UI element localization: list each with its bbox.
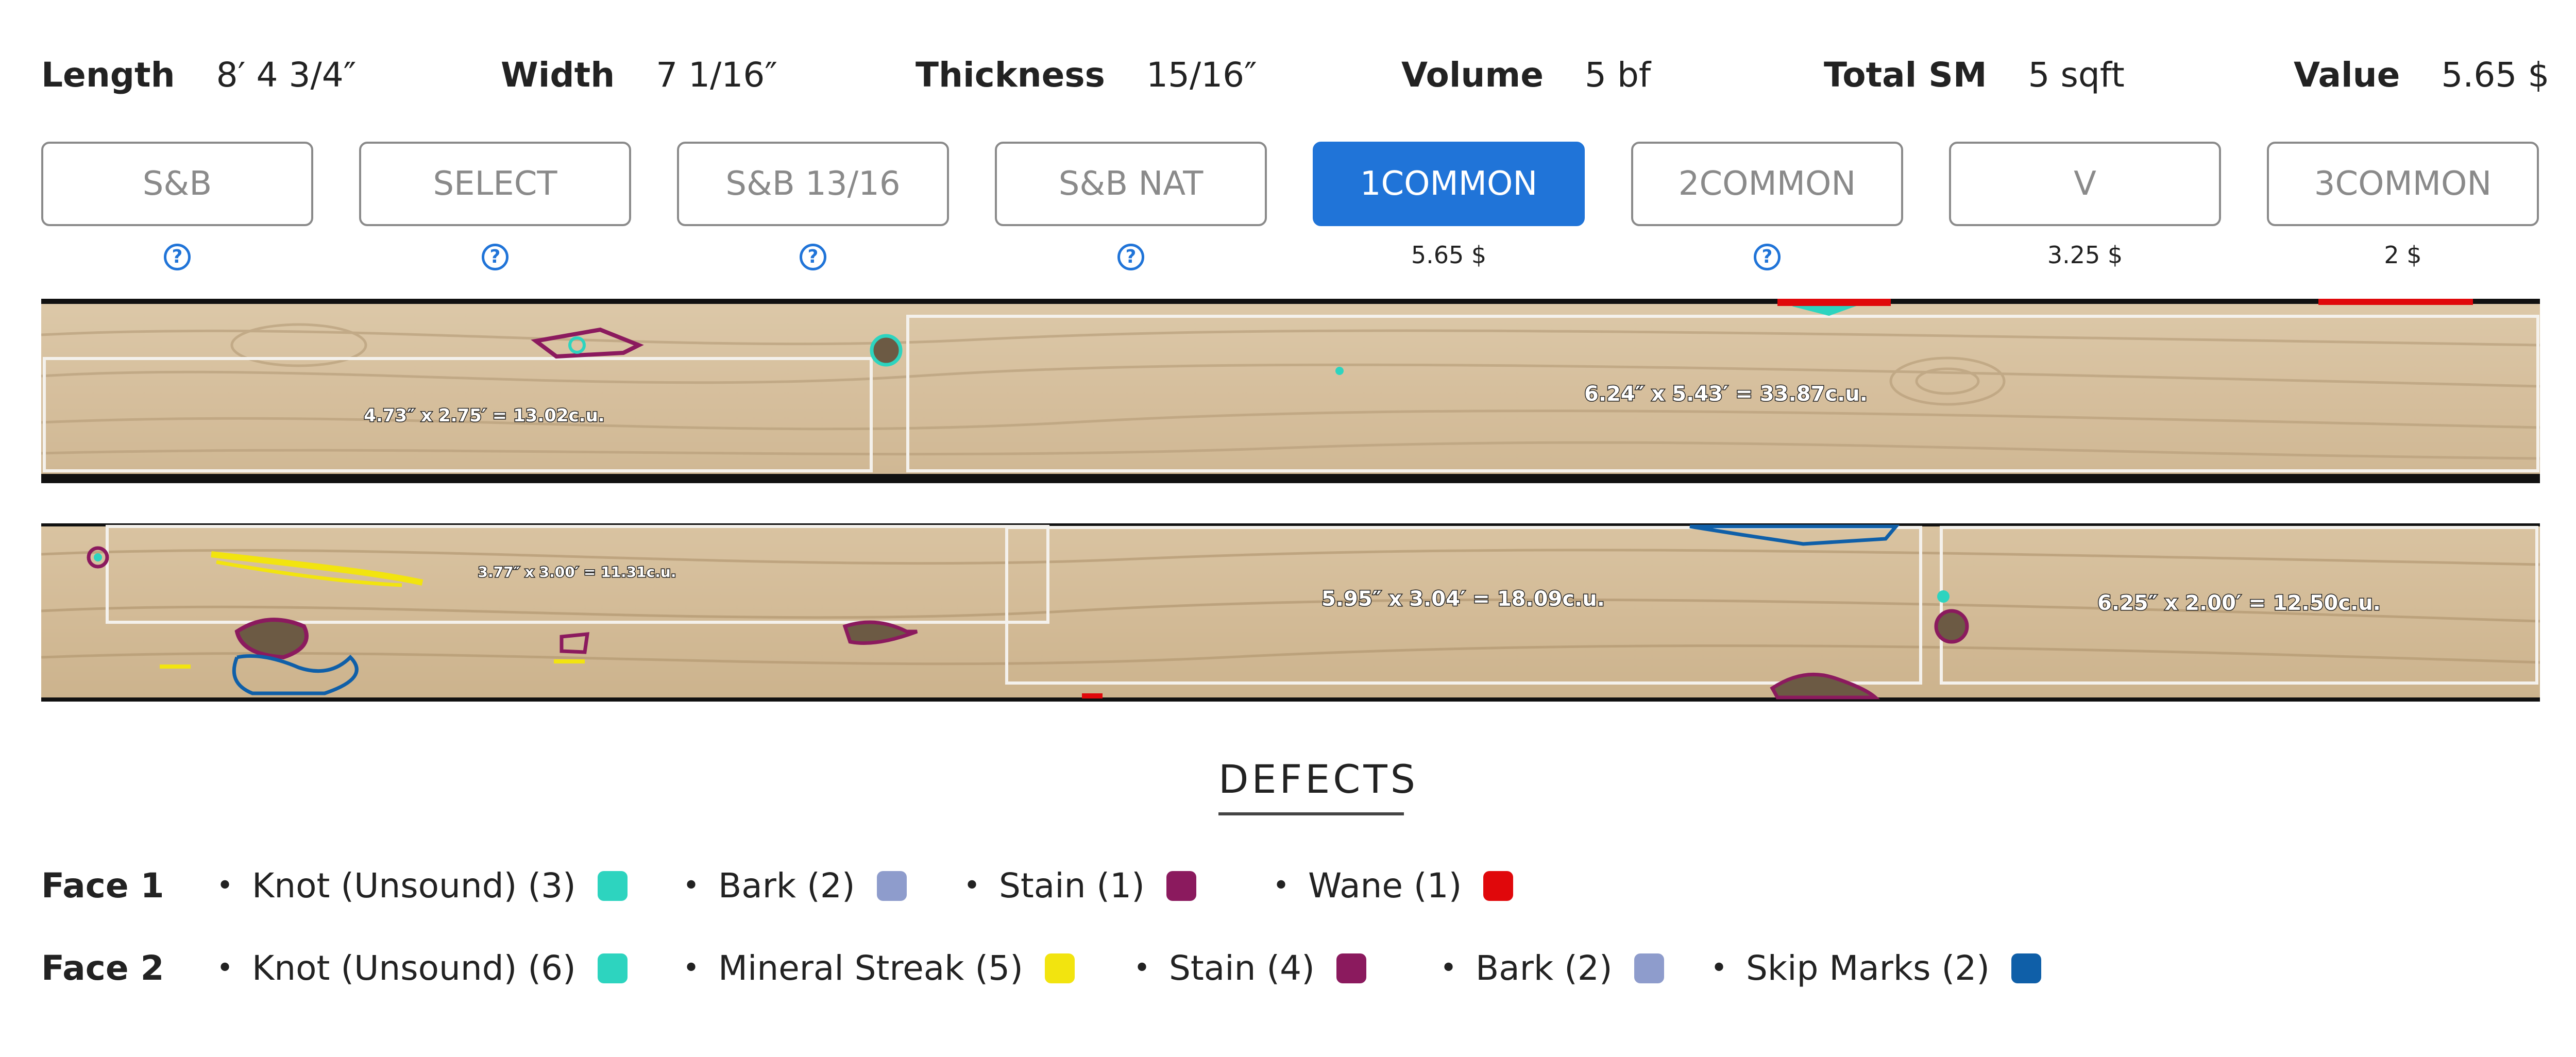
stain-swatch-icon [1336, 953, 1366, 983]
stat-value: 15/16″ [1146, 55, 1257, 95]
defects-face-2: Face 2 • Knot (Unsound) (6) • Mineral Stre… [41, 937, 2540, 999]
help-icon[interactable]: ? [800, 243, 826, 270]
legend-text: Knot (Unsound) (6) [252, 948, 576, 988]
wane-swatch-icon [1483, 871, 1514, 901]
mineral-streak [554, 659, 585, 663]
board-face-1: 4.73″ x 2.75′ = 13.02c.u. 6.24″ x 5.43′ … [41, 299, 2540, 483]
knot-unsound-swatch-icon [597, 953, 628, 983]
grade-button-1common[interactable]: 1COMMON [1313, 142, 1585, 226]
legend-text: Wane (1) [1308, 866, 1462, 906]
cut-label: 6.24″ x 5.43′ = 33.87c.u. [1584, 382, 1868, 406]
legend-item: • Bark (2) [1440, 937, 1664, 999]
legend-item: • Stain (1) [963, 855, 1196, 917]
legend-item: • Wane (1) [1273, 855, 1514, 917]
grade-help[interactable]: ? [41, 237, 313, 273]
stain-swatch-icon [1166, 871, 1196, 901]
help-icon[interactable]: ? [482, 243, 509, 270]
legend-text: Stain (1) [999, 866, 1145, 906]
grade-button-v[interactable]: V [1949, 142, 2221, 226]
help-icon[interactable]: ? [1117, 243, 1144, 270]
legend-text: Bark (2) [718, 866, 855, 906]
grade-price: 3.25 $ [2047, 241, 2123, 269]
cut-label: 6.25″ x 2.00′ = 12.50c.u. [2097, 591, 2381, 615]
grade-button-3common[interactable]: 3COMMON [2267, 142, 2539, 226]
cut-label: 5.95″ x 3.04′ = 18.09c.u. [1321, 587, 1605, 611]
cut-label: 4.73″ x 2.75′ = 13.02c.u. [364, 405, 604, 426]
stat-label: Length [41, 55, 175, 95]
stat-label: Volume [1401, 55, 1544, 95]
stat-label: Value [2294, 55, 2400, 95]
mineral-streak-swatch-icon [1044, 953, 1075, 983]
stat-value: 5.65 $ [2441, 55, 2550, 95]
skip-marks-swatch-icon [2011, 953, 2041, 983]
legend-item: • Stain (4) [1133, 937, 1366, 999]
knot-outline [1335, 367, 1344, 375]
face-label: Face 2 [41, 948, 164, 988]
grade-help[interactable]: ? [995, 237, 1267, 273]
grade-help[interactable]: ? [359, 237, 631, 273]
stat-thickness: Thickness 15/16″ [916, 49, 1257, 101]
legend-item: • Knot (Unsound) (6) [216, 937, 628, 999]
stat-label: Thickness [916, 55, 1105, 95]
board-face-1-image: 4.73″ x 2.75′ = 13.02c.u. 6.24″ x 5.43′ … [41, 299, 2540, 474]
stat-value-total: Value 5.65 $ [2294, 49, 2549, 101]
defects-heading: DEFECTS [1218, 756, 1419, 802]
help-icon[interactable]: ? [1754, 243, 1781, 270]
grade-button-s-and-b[interactable]: S&B [41, 142, 313, 226]
bark-swatch-icon [1634, 953, 1664, 983]
legend-text: Stain (4) [1169, 948, 1315, 988]
knot-outline [870, 334, 903, 367]
stat-label: Total SM [1824, 55, 1987, 95]
grade-button-s-and-b-13-16[interactable]: S&B 13/16 [677, 142, 949, 226]
grade-help[interactable]: ? [677, 237, 949, 273]
wane-outline [1082, 693, 1103, 698]
board-stats: Length 8′ 4 3/4″ Width 7 1/16″ Thickness 15… [41, 49, 2549, 101]
grade-price: 2 $ [2384, 241, 2422, 269]
wane-outline [1777, 299, 1891, 306]
legend-text: Knot (Unsound) (3) [252, 866, 576, 906]
stat-value: 8′ 4 3/4″ [216, 55, 357, 95]
stat-length: Length 8′ 4 3/4″ [41, 49, 356, 101]
knot-outline [94, 553, 102, 561]
legend-text: Mineral Streak (5) [718, 948, 1023, 988]
stat-label: Width [501, 55, 615, 95]
knot-unsound-swatch-icon [597, 871, 628, 901]
stat-width: Width 7 1/16″ [501, 49, 777, 101]
legend-item: • Skip Marks (2) [1710, 937, 2041, 999]
stat-total-sm: Total SM 5 sqft [1824, 49, 2125, 101]
legend-item: • Knot (Unsound) (3) [216, 855, 628, 917]
legend-item: • Bark (2) [683, 855, 907, 917]
grade-price: 5.65 $ [1411, 241, 1487, 269]
defects-face-1: Face 1 • Knot (Unsound) (3) • Bark (2) • St… [41, 855, 2540, 917]
grade-button-select[interactable]: SELECT [359, 142, 631, 226]
bark-swatch-icon [876, 871, 907, 901]
mineral-streak [160, 664, 191, 669]
board-face-2-image: 3.77″ x 3.00′ = 11.31c.u. 5.95″ x 3.04′ … [41, 524, 2540, 700]
legend-text: Bark (2) [1476, 948, 1613, 988]
grade-button-2common[interactable]: 2COMMON [1631, 142, 1903, 226]
board-face-2: 3.77″ x 3.00′ = 11.31c.u. 5.95″ x 3.04′ … [41, 523, 2540, 702]
grade-help[interactable]: ? [1631, 237, 1903, 273]
defects-heading-underline [1218, 812, 1404, 815]
wane-outline [2318, 299, 2473, 305]
stat-value: 7 1/16″ [656, 55, 778, 95]
stat-value: 5 bf [1584, 55, 1651, 95]
stain-outline [1934, 609, 1969, 644]
knot-outline [1937, 590, 1950, 603]
face-label: Face 1 [41, 866, 164, 906]
grade-button-s-and-b-nat[interactable]: S&B NAT [995, 142, 1267, 226]
stat-value: 5 sqft [2028, 55, 2125, 95]
legend-text: Skip Marks (2) [1746, 948, 1990, 988]
legend-item: • Mineral Streak (5) [683, 937, 1075, 999]
cut-label: 3.77″ x 3.00′ = 11.31c.u. [478, 564, 676, 581]
stat-volume: Volume 5 bf [1401, 49, 1651, 101]
help-icon[interactable]: ? [164, 243, 191, 270]
